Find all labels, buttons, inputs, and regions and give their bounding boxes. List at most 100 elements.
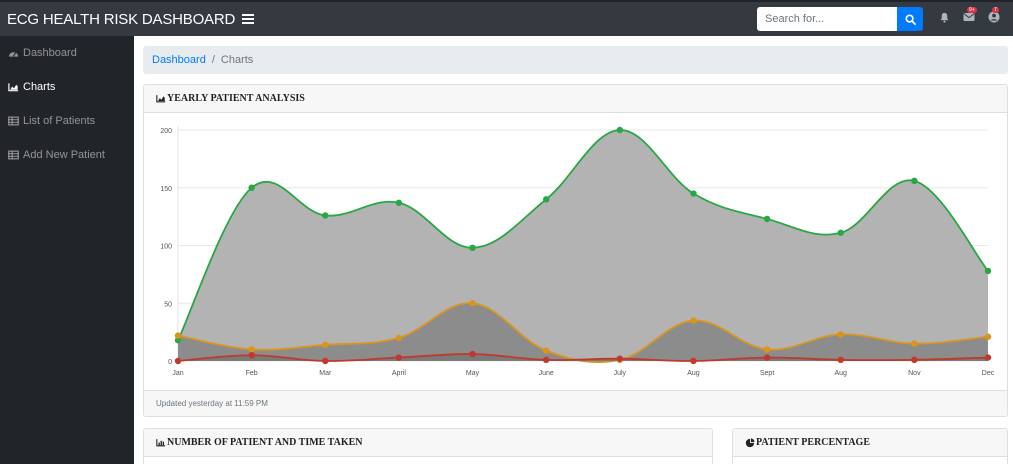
navbar-icons: 9+ 7 xyxy=(938,7,1000,23)
series-point-2 xyxy=(837,356,844,364)
series-point-2 xyxy=(542,356,550,364)
card-header: YEARLY PATIENT ANALYSIS xyxy=(144,85,1007,113)
series-point-1 xyxy=(690,317,697,324)
table-icon xyxy=(8,116,19,126)
card-title: NUMBER OF PATIENT AND TIME TAKEN xyxy=(167,437,363,448)
x-tick-label: Aug xyxy=(834,370,847,377)
messages-button[interactable]: 9+ xyxy=(963,7,977,23)
hamburger-icon-line xyxy=(242,22,255,24)
sidebar-item-label: Add New Patient xyxy=(23,149,105,161)
series-point-1 xyxy=(542,347,550,354)
card-header: PATIENT PERCENTAGE xyxy=(733,429,1007,457)
series-point-1 xyxy=(395,334,403,342)
x-tick-label: July xyxy=(614,370,627,377)
sidebar-item-label: Dashboard xyxy=(23,47,77,59)
search-input[interactable] xyxy=(757,7,897,31)
series-point-1 xyxy=(174,332,182,339)
table-icon xyxy=(8,150,19,160)
sidebar-item-list-of-patients[interactable]: List of Patients xyxy=(0,104,134,138)
series-point-0 xyxy=(542,196,550,203)
series-point-0 xyxy=(911,177,918,185)
search-icon xyxy=(904,13,916,25)
sidebar-item-label: Charts xyxy=(23,81,56,93)
series-point-1 xyxy=(911,340,918,347)
alerts-badge: 9+ xyxy=(967,7,977,13)
card-title: PATIENT PERCENTAGE xyxy=(756,437,870,448)
series-point-1 xyxy=(322,341,329,349)
series-point-0 xyxy=(837,229,844,236)
x-tick-label: May xyxy=(466,370,480,377)
area-chart-icon xyxy=(8,83,19,92)
sidebar-item-dashboard[interactable]: Dashboard xyxy=(0,36,134,70)
y-tick-label: 100 xyxy=(160,244,172,251)
x-tick-label: Dec xyxy=(982,370,995,377)
hamburger-icon xyxy=(242,14,255,16)
x-tick-label: Sept xyxy=(760,370,774,377)
x-tick-label: June xyxy=(539,370,554,377)
sidebar: Dashboard Charts List of Patients Add Ne… xyxy=(0,36,134,464)
tachometer-icon xyxy=(8,51,19,57)
x-tick-label: Aug xyxy=(687,370,700,377)
series-point-0 xyxy=(248,184,255,191)
patients-time-card: NUMBER OF PATIENT AND TIME TAKEN xyxy=(143,428,713,464)
brand-title[interactable]: ECG HEALTH RISK DASHBOARD xyxy=(7,11,235,28)
series-point-0 xyxy=(616,126,624,134)
sidebar-item-charts[interactable]: Charts xyxy=(0,70,134,104)
top-navbar: ECG HEALTH RISK DASHBOARD 9+ 7 xyxy=(0,0,1013,36)
series-point-0 xyxy=(469,244,476,252)
series-point-0 xyxy=(395,199,403,206)
patient-percentage-card: PATIENT PERCENTAGE xyxy=(732,428,1008,464)
series-point-2 xyxy=(469,350,476,358)
x-tick-label: Jan xyxy=(172,370,183,377)
envelope-icon xyxy=(963,13,975,21)
series-point-0 xyxy=(984,267,992,275)
card-footer: Updated yesterday at 11:59 PM xyxy=(144,390,1007,416)
series-point-0 xyxy=(690,190,697,197)
series-point-2 xyxy=(616,355,624,362)
series-point-2 xyxy=(690,357,697,365)
series-point-1 xyxy=(763,346,771,353)
series-point-2 xyxy=(911,356,918,364)
series-point-1 xyxy=(469,300,476,307)
x-tick-label: Nov xyxy=(908,370,921,377)
alerts-button[interactable] xyxy=(938,11,950,23)
series-point-0 xyxy=(763,215,771,223)
series-point-0 xyxy=(322,212,329,219)
user-button[interactable]: 7 xyxy=(988,7,1000,23)
sidebar-item-label: List of Patients xyxy=(23,115,96,127)
series-point-1 xyxy=(248,346,255,353)
y-tick-label: 150 xyxy=(160,186,172,193)
series-point-2 xyxy=(248,352,255,359)
bar-chart-icon xyxy=(156,439,166,447)
card-title: YEARLY PATIENT ANALYSIS xyxy=(167,93,305,104)
area-chart-icon xyxy=(156,95,166,103)
y-tick-label: 0 xyxy=(168,359,172,366)
search-group xyxy=(757,7,923,31)
hamburger-icon-line xyxy=(242,18,255,20)
updated-text: Updated yesterday at 11:59 PM xyxy=(156,399,268,408)
yearly-patient-chart: 0 50 100 150 200 Jan Feb Mar April May June July Aug… xyxy=(160,126,995,377)
search-button[interactable] xyxy=(897,7,923,31)
breadcrumb-separator: / xyxy=(211,54,215,66)
messages-badge: 7 xyxy=(992,7,999,13)
series-point-2 xyxy=(322,357,329,365)
bell-icon xyxy=(940,12,948,23)
card-header: NUMBER OF PATIENT AND TIME TAKEN xyxy=(144,429,712,457)
series-point-2 xyxy=(395,354,403,361)
sidebar-item-add-new-patient[interactable]: Add New Patient xyxy=(0,138,134,172)
series-point-2 xyxy=(984,354,992,361)
series-point-1 xyxy=(837,331,844,338)
x-tick-label: April xyxy=(392,370,406,377)
y-tick-label: 50 xyxy=(164,301,172,308)
breadcrumb: Dashboard / Charts xyxy=(143,46,1008,74)
series-area-0 xyxy=(178,129,988,361)
breadcrumb-current: Charts xyxy=(220,54,254,66)
breadcrumb-dashboard-link[interactable]: Dashboard xyxy=(152,54,206,66)
series-point-1 xyxy=(984,333,992,340)
sidebar-toggle-button[interactable] xyxy=(242,14,255,24)
y-tick-label: 200 xyxy=(160,128,172,135)
x-tick-label: Mar xyxy=(319,370,332,377)
x-tick-label: Feb xyxy=(246,370,258,377)
series-point-2 xyxy=(763,354,771,361)
series-point-2 xyxy=(174,357,182,365)
